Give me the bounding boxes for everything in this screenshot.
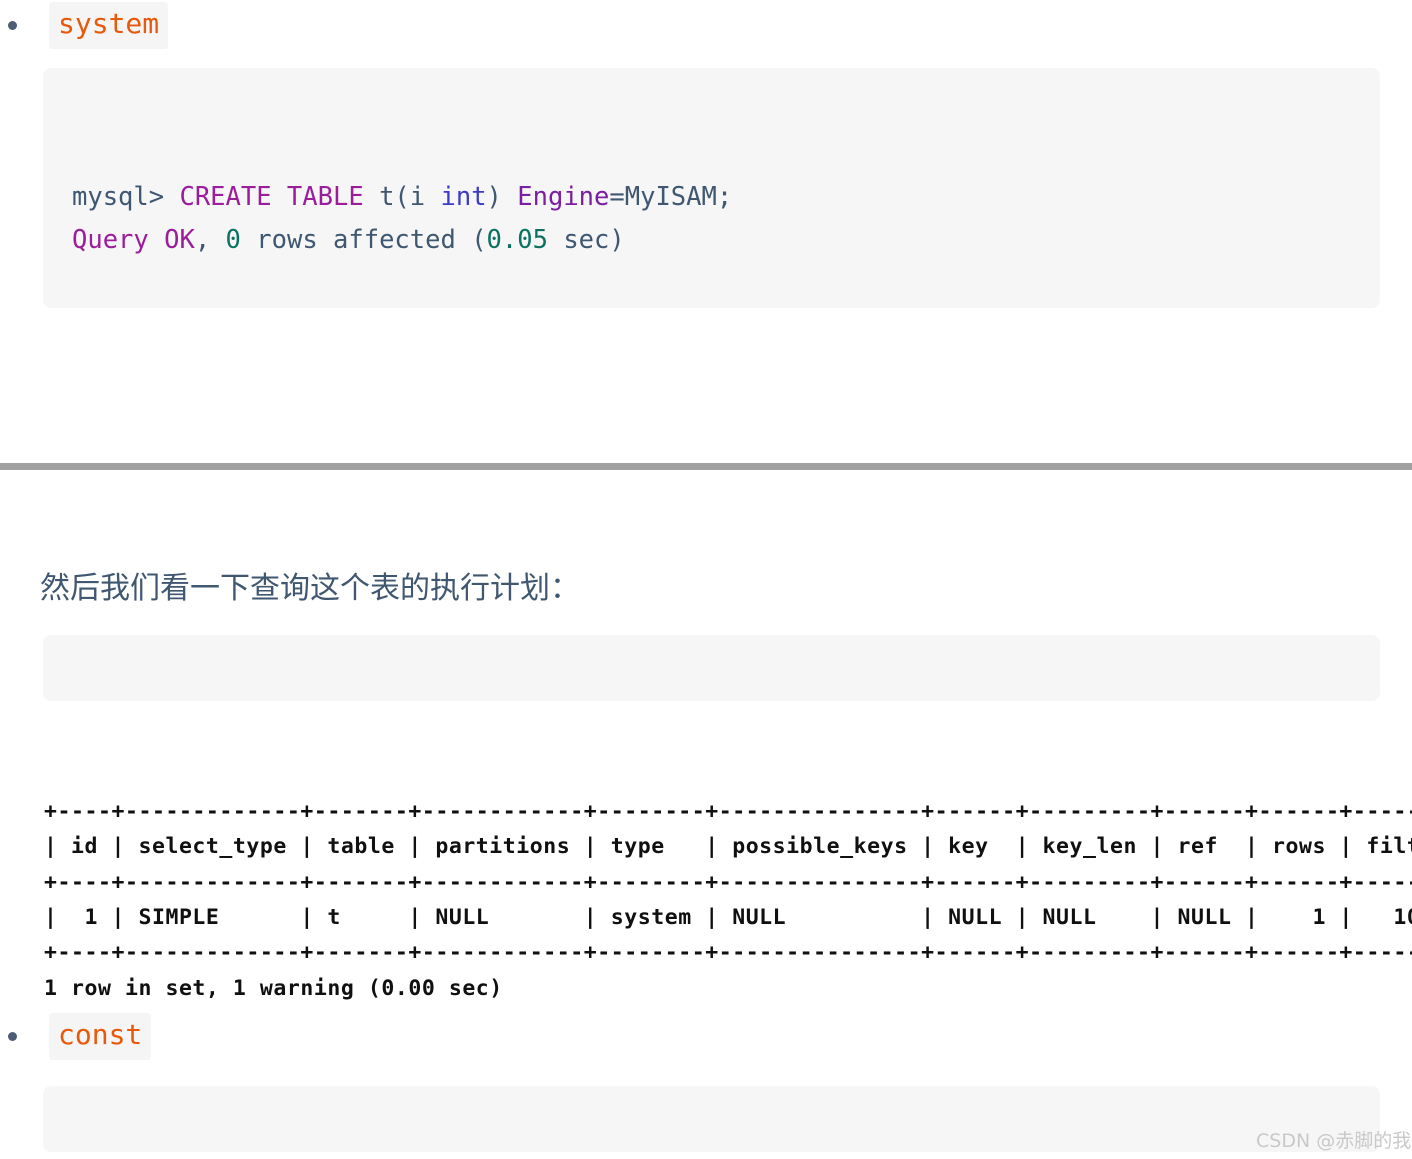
- code-token: ): [486, 182, 518, 212]
- explain-result-table: +----+-------------+-------+------------…: [44, 723, 1412, 1042]
- code-token: sec): [547, 225, 625, 255]
- code-token: 0.05: [486, 225, 548, 255]
- result-footer: 1 row in set, 1 warning (0.00 sec): [44, 975, 503, 1001]
- code-token: 0: [225, 225, 241, 255]
- ascii-table-line: +----+-------------+-------+------------…: [44, 869, 1412, 895]
- ascii-table-line: +----+-------------+-------+------------…: [44, 940, 1412, 966]
- code-token: ,: [194, 225, 226, 255]
- ascii-table-line: | id | select_type | table | partitions …: [44, 834, 1412, 860]
- code-block-explain-t: mysql> EXPLAIN SELECT * FROM t;: [43, 635, 1380, 701]
- code-line: mysql> INSERT INTO t VALUES(1);: [72, 305, 1380, 308]
- csdn-watermark: CSDN @赤脚的我: [1256, 1130, 1412, 1152]
- bullet-dot-icon: [8, 20, 17, 30]
- paragraph-explain-intro: 然后我们看一下查询这个表的执行计划：: [40, 571, 580, 606]
- inline-code-system: system: [49, 2, 169, 49]
- ascii-table-line: | 1 | SIMPLE | t | NULL | system | NULL …: [44, 905, 1412, 931]
- code-block-explain-s1: mysql> EXPLAIN SELECT * FROM s1 WHERE id…: [43, 1086, 1380, 1152]
- code-token: rows affected (: [240, 225, 487, 255]
- code-token: t(i: [379, 182, 441, 212]
- code-content-create-insert: mysql> CREATE TABLE t(i int) Engine=MyIS…: [72, 176, 1380, 308]
- ascii-table-line: +----+-------------+-------+------------…: [44, 798, 1412, 824]
- bullet-item-const: const: [0, 1013, 152, 1060]
- code-token: Engine: [517, 182, 610, 212]
- code-token: Query OK: [72, 225, 195, 255]
- code-line: mysql> CREATE TABLE t(i int) Engine=MyIS…: [72, 176, 1380, 219]
- inline-code-const: const: [49, 1013, 152, 1060]
- section-divider: [0, 463, 1412, 470]
- code-token: CREATE TABLE: [179, 182, 380, 212]
- bullet-dot-icon: [8, 1031, 17, 1041]
- code-line: Query OK, 0 rows affected (0.05 sec): [72, 219, 1380, 262]
- code-token: int: [440, 182, 487, 212]
- code-token: =MyISAM;: [609, 182, 733, 212]
- code-block-create-insert: mysql> CREATE TABLE t(i int) Engine=MyIS…: [43, 68, 1380, 308]
- bullet-item-system: system: [0, 2, 169, 49]
- code-token: mysql>: [72, 182, 180, 212]
